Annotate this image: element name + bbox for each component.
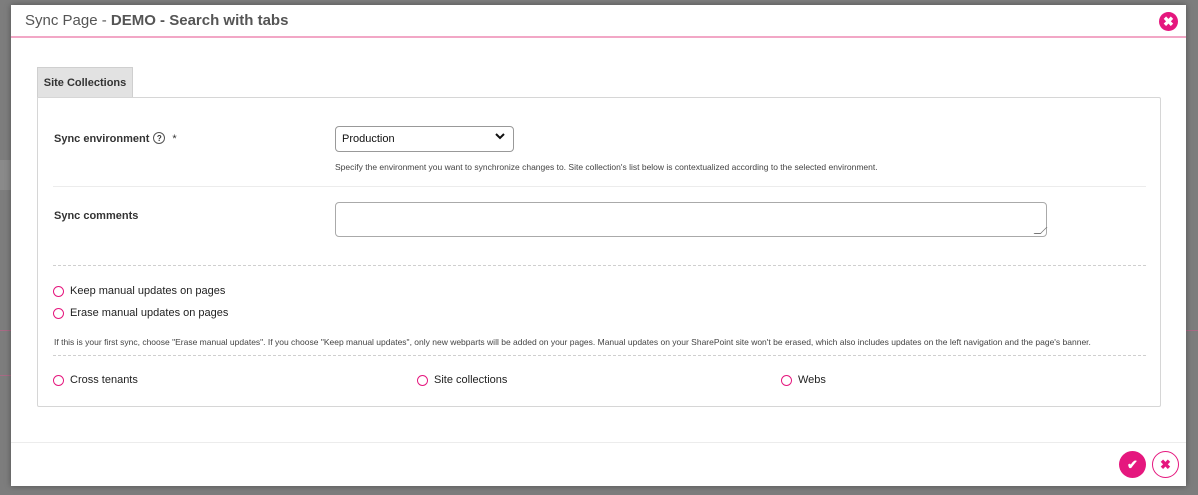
footer-divider <box>11 442 1186 443</box>
modal-header: Sync Page - DEMO - Search with tabs ✖ <box>11 5 1186 38</box>
background-line <box>0 330 11 331</box>
cancel-button[interactable]: ✖ <box>1152 451 1179 478</box>
radio-button[interactable] <box>53 374 64 386</box>
radio-keep-manual-updates[interactable]: Keep manual updates on pages <box>53 285 225 297</box>
sync-comments-label: Sync comments <box>54 210 139 222</box>
help-icon[interactable]: ? <box>153 132 166 145</box>
radio-erase-manual-updates[interactable]: Erase manual updates on pages <box>53 307 228 319</box>
sync-environment-label-text: Sync environment <box>54 133 150 145</box>
dashed-divider <box>53 265 1146 266</box>
background-line <box>0 375 11 376</box>
dashed-divider <box>53 355 1146 356</box>
radio-label: Webs <box>798 374 826 386</box>
sync-environment-selected-value: Production <box>342 133 395 145</box>
radio-cross-tenants[interactable]: Cross tenants <box>53 374 138 386</box>
radio-button[interactable] <box>417 374 428 386</box>
radio-label: Cross tenants <box>70 374 138 386</box>
radio-label: Site collections <box>434 374 508 386</box>
sync-environment-select[interactable]: Production <box>335 126 514 152</box>
divider <box>53 186 1146 187</box>
modal-title-prefix: Sync Page - <box>25 12 111 29</box>
background-region <box>0 160 11 190</box>
radio-button[interactable] <box>781 374 792 386</box>
modal-title-page-name: DEMO - Search with tabs <box>110 12 289 29</box>
required-marker: * <box>172 133 177 145</box>
sync-environment-label: Sync environment? * <box>54 132 177 145</box>
radio-label: Keep manual updates on pages <box>70 285 226 297</box>
tab-site-collections[interactable]: Site Collections <box>37 67 133 97</box>
background-line <box>1186 330 1198 331</box>
close-icon[interactable]: ✖ <box>1159 12 1178 31</box>
check-icon: ✔ <box>1127 456 1138 472</box>
radio-label: Erase manual updates on pages <box>70 307 229 319</box>
radio-site-collections[interactable]: Site collections <box>417 374 507 386</box>
update-mode-hint: If this is your first sync, choose "Eras… <box>54 337 1091 347</box>
confirm-button[interactable]: ✔ <box>1119 451 1146 478</box>
resize-handle-icon[interactable] <box>1033 227 1048 234</box>
chevron-down-icon <box>495 132 505 143</box>
sync-comments-textarea[interactable] <box>335 202 1048 237</box>
sync-page-modal: Sync Page - DEMO - Search with tabs ✖ Si… <box>11 5 1186 486</box>
radio-webs[interactable]: Webs <box>781 374 826 386</box>
modal-title: Sync Page - DEMO - Search with tabs <box>25 12 288 29</box>
sync-environment-hint: Specify the environment you want to sync… <box>335 162 878 172</box>
tab-panel: Sync environment? * Production Specify t… <box>37 97 1161 407</box>
close-icon: ✖ <box>1160 456 1171 472</box>
radio-button[interactable] <box>53 307 64 319</box>
radio-button[interactable] <box>53 285 64 297</box>
